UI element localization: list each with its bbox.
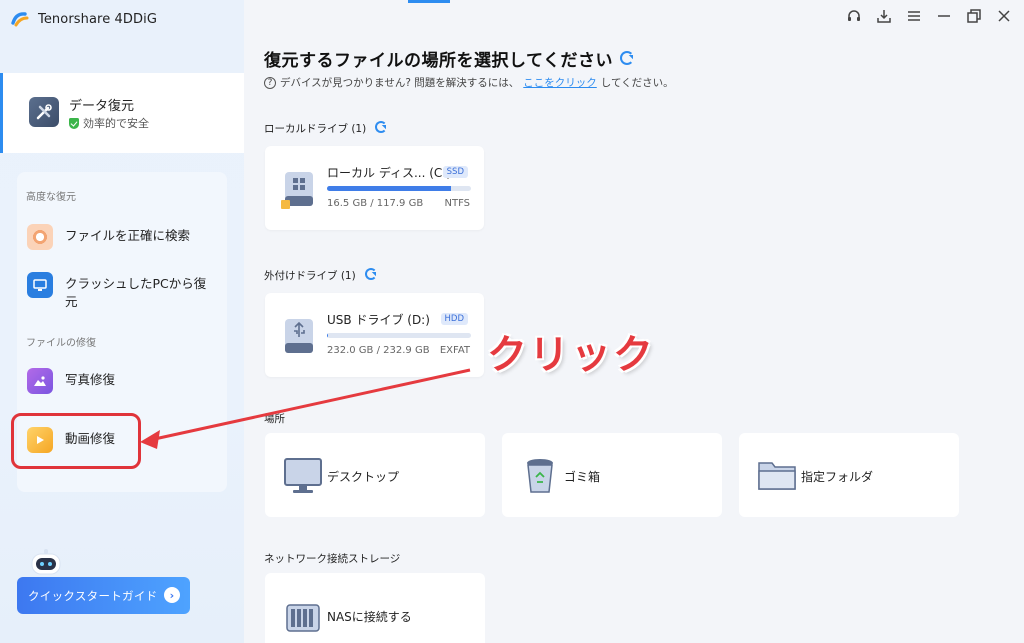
- external-drives-label: 外付けドライブ (1): [264, 270, 356, 282]
- quick-start-guide-button[interactable]: クイックスタートガイド ›: [17, 577, 190, 614]
- drive-usage-bar: [327, 186, 471, 191]
- drive-name: USB ドライブ (D:): [327, 313, 430, 327]
- folder-icon: [758, 462, 796, 490]
- drive-size: 232.0 GB / 232.9 GB: [327, 345, 430, 356]
- section-label-advanced: 高度な復元: [26, 192, 76, 203]
- drive-card-local[interactable]: ローカル ディス... (C:) SSD 16.5 GB / 117.9 GB …: [265, 146, 484, 230]
- location-card-desktop[interactable]: デスクトップ: [265, 433, 485, 517]
- sidebar-item-label: 写真修復: [65, 372, 116, 387]
- section-label-repair: ファイルの修復: [26, 338, 96, 349]
- location-label-text: ゴミ箱: [564, 470, 601, 484]
- drive-usage-fill: [327, 186, 451, 191]
- annotation-click-text: クリック: [487, 332, 655, 378]
- help-link[interactable]: ここをクリック: [523, 75, 597, 90]
- drive-size: 16.5 GB / 117.9 GB: [327, 198, 424, 209]
- location-card-recycle-bin[interactable]: ゴミ箱: [502, 433, 722, 517]
- tools-icon: [29, 97, 59, 127]
- drive-filesystem: NTFS: [444, 198, 470, 209]
- network-storage-label: ネットワーク接続ストレージ: [264, 553, 401, 565]
- drive-name: ローカル ディス... (C:): [327, 166, 452, 180]
- drive-filesystem: EXFAT: [439, 345, 470, 356]
- location-label-text: NASに接続する: [327, 610, 412, 624]
- sidebar: Tenorshare 4DDiG データ復元 効率的で安全 高度な復元 ファイル…: [0, 0, 244, 643]
- refresh-external-icon[interactable]: [365, 268, 377, 280]
- drive-usage-fill: [327, 333, 329, 338]
- trash-icon: [527, 459, 553, 493]
- local-drives-label: ローカルドライブ (1): [264, 123, 367, 135]
- location-label-text: 指定フォルダ: [801, 470, 874, 484]
- page-title: 復元するファイルの場所を選択してください: [264, 51, 613, 71]
- refresh-local-icon[interactable]: [375, 121, 387, 133]
- drive-usage-bar: [327, 333, 471, 338]
- nas-icon: [286, 604, 320, 632]
- refresh-icon[interactable]: [620, 51, 634, 65]
- monitor-icon: [284, 458, 322, 493]
- target-search-icon: [27, 224, 53, 250]
- shield-check-icon: [69, 117, 79, 129]
- sidebar-item-label: データ復元: [69, 99, 135, 114]
- sidebar-item-precise-search[interactable]: ファイルを正確に検索: [27, 224, 190, 250]
- app-window: Tenorshare 4DDiG データ復元 効率的で安全 高度な復元 ファイル…: [0, 0, 1024, 643]
- location-card-folder[interactable]: 指定フォルダ: [739, 433, 959, 517]
- annotation-highlight-box: [11, 413, 141, 469]
- sidebar-item-label: ファイルを正確に検索: [65, 228, 191, 243]
- drive-card-usb[interactable]: USB ドライブ (D:) HDD 232.0 GB / 232.9 GB EX…: [265, 293, 484, 377]
- photo-icon: [27, 368, 53, 394]
- crashed-pc-icon: [27, 272, 53, 298]
- location-label-text: デスクトップ: [327, 470, 400, 484]
- device-hint: ? デバイスが見つかりません? 問題を解決するには、 ここをクリック してください。: [264, 75, 674, 90]
- sidebar-item-crashed-pc[interactable]: クラッシュしたPCから復 元: [27, 272, 206, 311]
- usb-drive-icon: [285, 319, 313, 353]
- drive-type-badge: SSD: [442, 166, 468, 178]
- sidebar-item-subtitle: 効率的で安全: [69, 115, 149, 131]
- location-label: 場所: [264, 413, 285, 425]
- brand-logo-icon: [11, 12, 29, 27]
- chevron-right-icon: ›: [164, 587, 180, 603]
- sidebar-item-label: クラッシュしたPCから復 元: [65, 276, 207, 309]
- brand-name: Tenorshare 4DDiG: [38, 11, 158, 27]
- question-icon: ?: [264, 76, 276, 89]
- brand: Tenorshare 4DDiG: [10, 9, 157, 29]
- sidebar-item-data-recovery[interactable]: データ復元 効率的で安全: [0, 73, 244, 153]
- location-card-nas[interactable]: NASに接続する: [265, 573, 485, 643]
- drive-type-badge: HDD: [440, 313, 468, 325]
- hard-drive-icon: [281, 172, 313, 209]
- sidebar-item-photo-repair[interactable]: 写真修復: [27, 368, 115, 394]
